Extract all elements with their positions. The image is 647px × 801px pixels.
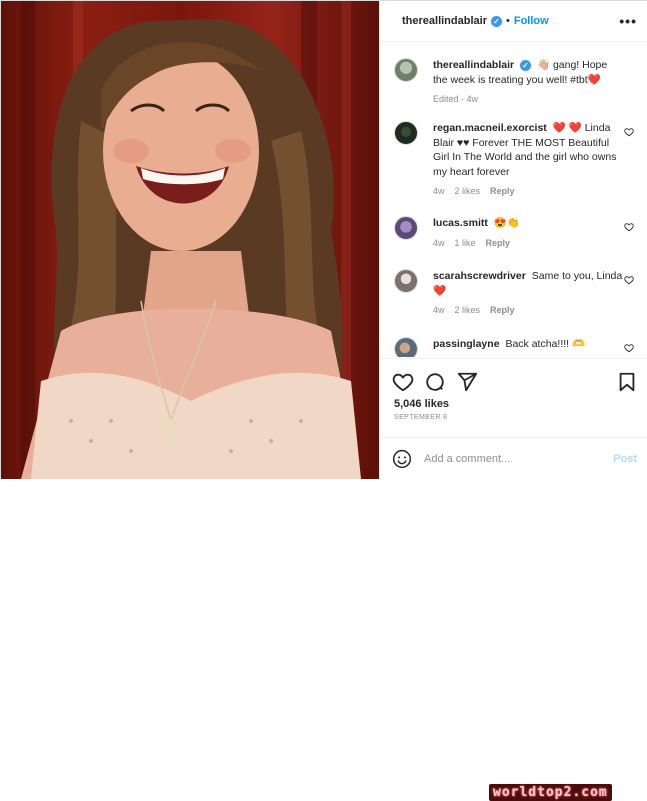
- comment-text: 😍👏: [493, 217, 520, 229]
- heart-icon[interactable]: [392, 371, 414, 393]
- reply-button[interactable]: Reply: [490, 303, 515, 318]
- photo-illustration: [21, 1, 361, 479]
- post-photo[interactable]: [1, 1, 379, 479]
- verified-badge-icon: ✓: [490, 15, 502, 27]
- post-actions: 5,046 likes SEPTEMBER 8 worldtop2.com: [380, 358, 647, 801]
- share-icon[interactable]: [456, 371, 478, 393]
- commenter-avatar[interactable]: [394, 216, 418, 240]
- comment-item: lucas.smitt 😍👏 4w 1 like Reply: [394, 216, 644, 250]
- commenter-avatar[interactable]: [394, 337, 418, 357]
- verified-badge-icon: ✓: [520, 60, 532, 71]
- follow-button[interactable]: Follow: [514, 15, 549, 27]
- caption-username[interactable]: thereallindablair: [433, 59, 514, 71]
- comment-like-heart-icon[interactable]: [624, 275, 634, 285]
- comment-meta: 4w 2 likes Reply: [433, 303, 624, 318]
- more-options-icon[interactable]: •••: [619, 13, 637, 29]
- comment-username[interactable]: passinglayne: [433, 338, 500, 350]
- comment-meta: 4w 2 likes Reply: [433, 184, 624, 199]
- comment-likes[interactable]: 2 likes: [455, 184, 481, 199]
- comments-list[interactable]: thereallindablair ✓ 👋🏼 gang! Hope the we…: [380, 43, 647, 357]
- comment-body: scarahscrewdriver Same to you, Linda ❤️ …: [433, 269, 644, 318]
- commenter-avatar[interactable]: [394, 121, 418, 145]
- likes-count[interactable]: 5,046 likes: [394, 398, 449, 410]
- post-header: thereallindablair ✓ • Follow •••: [380, 1, 647, 42]
- comment-item: passinglayne Back atcha!!!! 🫶: [394, 337, 644, 357]
- comment-likes[interactable]: 2 likes: [455, 303, 481, 318]
- post-comment-button[interactable]: Post: [613, 453, 637, 465]
- caption-body: thereallindablair ✓ 👋🏼 gang! Hope the we…: [433, 58, 644, 107]
- comment-like-heart-icon[interactable]: [624, 222, 634, 232]
- header-separator: •: [505, 15, 510, 27]
- caption-meta: Edited · 4w: [433, 92, 624, 107]
- comment-body: regan.macneil.exorcist ❤️ ❤️ Linda Blair…: [433, 121, 644, 199]
- reply-button[interactable]: Reply: [486, 236, 511, 251]
- comment-likes[interactable]: 1 like: [455, 236, 476, 251]
- comment-item: regan.macneil.exorcist ❤️ ❤️ Linda Blair…: [394, 121, 644, 199]
- commenter-avatar[interactable]: [394, 269, 418, 293]
- comment-input[interactable]: [424, 452, 608, 465]
- post-date: SEPTEMBER 8: [394, 414, 448, 421]
- bookmark-icon[interactable]: [616, 371, 638, 393]
- caption-edited-time: Edited · 4w: [433, 94, 479, 104]
- comment-like-heart-icon[interactable]: [624, 343, 634, 353]
- watermark: worldtop2.com: [489, 784, 612, 801]
- comment-icon[interactable]: [424, 371, 446, 393]
- comment-meta: 4w 1 like Reply: [433, 236, 624, 251]
- comment-username[interactable]: lucas.smitt: [433, 217, 488, 229]
- comment-time: 4w: [433, 305, 445, 315]
- comment-body: passinglayne Back atcha!!!! 🫶: [433, 337, 644, 357]
- comment-username[interactable]: scarahscrewdriver: [433, 270, 526, 282]
- post-side-panel: thereallindablair ✓ • Follow ••• thereal…: [379, 1, 647, 801]
- comment-username[interactable]: regan.macneil.exorcist: [433, 122, 547, 134]
- comment-time: 4w: [433, 186, 445, 196]
- comment-time: 4w: [433, 237, 445, 248]
- comment-body: lucas.smitt 😍👏 4w 1 like Reply: [433, 216, 644, 250]
- add-comment-bar: Post: [380, 437, 647, 479]
- caption-item: thereallindablair ✓ 👋🏼 gang! Hope the we…: [394, 58, 644, 107]
- reply-button[interactable]: Reply: [490, 184, 515, 199]
- smiley-icon[interactable]: [392, 449, 412, 469]
- instagram-post-window: thereallindablair ✓ • Follow ••• thereal…: [0, 0, 647, 801]
- comment-item: scarahscrewdriver Same to you, Linda ❤️ …: [394, 269, 644, 318]
- comment-like-heart-icon[interactable]: [624, 127, 634, 137]
- comment-text: Back atcha!!!! 🫶: [505, 338, 586, 350]
- caption-avatar[interactable]: [394, 58, 418, 82]
- author-username[interactable]: thereallindablair: [402, 15, 487, 27]
